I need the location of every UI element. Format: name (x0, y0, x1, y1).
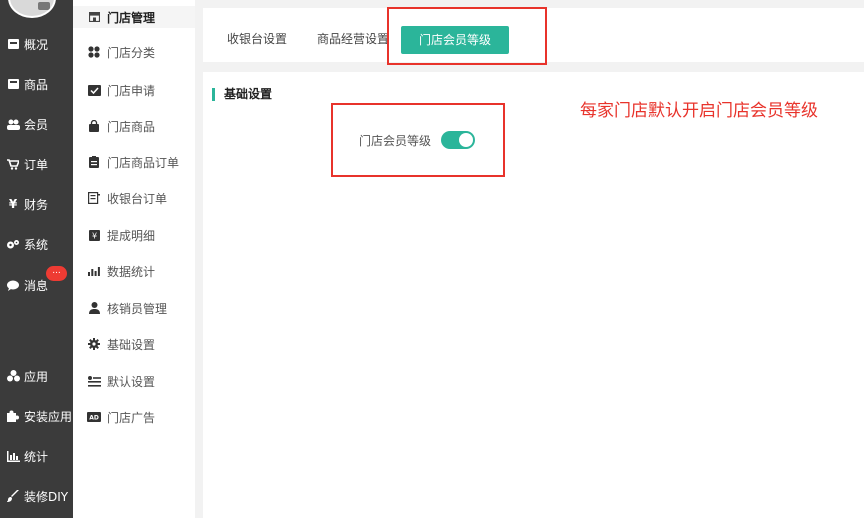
tab-goods-operation-settings[interactable]: 商品经营设置 (317, 25, 389, 53)
nav-item-install-apps[interactable]: 安装应用 (0, 405, 73, 427)
store-submenu: 门店管理 门店分类 门店申请 门店商品 门店商品订单 收银台订单 ¥ 提成明细 … (73, 0, 195, 518)
bag-icon (87, 119, 101, 133)
message-badge: ... (46, 266, 67, 281)
members-icon (6, 117, 20, 131)
settings-panel: 基础设置 门店会员等级 每家门店默认开启门店会员等级 (203, 72, 864, 518)
application-icon (87, 83, 101, 97)
user-icon (87, 301, 101, 315)
submenu-item-commission-details[interactable]: ¥ 提成明细 (73, 224, 195, 246)
submenu-item-cashier-orders[interactable]: 收银台订单 (73, 187, 195, 209)
svg-text:AD: AD (89, 415, 99, 422)
submenu-item-verifier-management[interactable]: 核销员管理 (73, 297, 195, 319)
submenu-item-store-application[interactable]: 门店申请 (73, 79, 195, 101)
nav-item-apps[interactable]: 应用 (0, 365, 73, 387)
submenu-item-store-goods[interactable]: 门店商品 (73, 115, 195, 137)
nav-item-label: 会员 (24, 117, 49, 132)
submenu-item-label: 数据统计 (107, 264, 156, 279)
submenu-item-label: 提成明细 (107, 228, 156, 243)
nav-item-orders[interactable]: 订单 (0, 153, 73, 175)
main-nav: 概况 商品 会员 订单 ¥ 财务 系统 消息 ... 应用 安装应用 统计 装修… (0, 0, 73, 518)
submenu-item-label: 门店管理 (107, 10, 156, 25)
puzzle-icon (6, 409, 20, 423)
svg-text:¥: ¥ (91, 231, 96, 240)
cart-icon (6, 157, 20, 171)
store-icon (87, 10, 101, 24)
nav-item-goods[interactable]: 商品 (0, 73, 73, 95)
nav-item-system[interactable]: 系统 (0, 233, 73, 255)
nav-item-label: 安装应用 (24, 409, 73, 424)
nav-item-decoration-diy[interactable]: 装修DIY (0, 485, 73, 507)
nav-item-label: 消息 (24, 278, 49, 293)
nav-item-overview[interactable]: 概况 (0, 33, 73, 55)
sliders-icon (87, 374, 101, 388)
dashboard-icon (6, 37, 20, 51)
submenu-item-label: 门店广告 (107, 410, 156, 425)
submenu-item-label: 默认设置 (107, 374, 156, 389)
cogs-icon (6, 237, 20, 251)
apps-icon (6, 369, 20, 383)
nav-item-members[interactable]: 会员 (0, 113, 73, 135)
nav-item-label: 概况 (24, 37, 49, 52)
submenu-item-data-statistics[interactable]: 数据统计 (73, 260, 195, 282)
submenu-item-basic-settings[interactable]: 基础设置 (73, 333, 195, 355)
submenu-item-label: 门店商品 (107, 119, 156, 134)
nav-item-label: 装修DIY (24, 489, 69, 504)
receipt-icon (87, 191, 101, 205)
submenu-item-label: 门店商品订单 (107, 155, 180, 170)
submenu-item-label: 收银台订单 (107, 191, 168, 206)
main-content: 收银台设置 商品经营设置 门店会员等级 基础设置 门店会员等级 每家门店默认开启… (195, 0, 864, 518)
yen-icon: ¥ (8, 197, 18, 211)
section-title: 基础设置 (212, 88, 272, 101)
tab-highlight-box (387, 7, 547, 65)
commission-icon: ¥ (87, 228, 101, 242)
nav-item-statistics[interactable]: 统计 (0, 445, 73, 467)
avatar[interactable] (8, 0, 56, 18)
submenu-item-label: 门店分类 (107, 45, 156, 60)
nav-item-label: 系统 (24, 237, 49, 252)
brush-icon (6, 489, 20, 503)
submenu-item-label: 核销员管理 (107, 301, 168, 316)
nav-item-finance[interactable]: ¥ 财务 (0, 193, 73, 215)
gear-icon (87, 337, 101, 351)
submenu-item-store-category[interactable]: 门店分类 (73, 41, 195, 63)
nav-item-label: 财务 (24, 197, 49, 212)
submenu-item-store-goods-orders[interactable]: 门店商品订单 (73, 151, 195, 173)
goods-icon (6, 77, 20, 91)
annotation-note: 每家门店默认开启门店会员等级 (580, 101, 818, 121)
clipboard-icon (87, 155, 101, 169)
nav-item-label: 订单 (24, 157, 49, 172)
category-icon (87, 45, 101, 59)
toggle-highlight-box (331, 103, 505, 177)
stats-icon (87, 264, 101, 278)
bar-chart-icon (6, 449, 20, 463)
message-icon (6, 278, 20, 292)
ad-icon: AD (87, 410, 101, 424)
submenu-item-store-management[interactable]: 门店管理 (73, 6, 195, 28)
nav-item-label: 商品 (24, 77, 49, 92)
submenu-item-label: 基础设置 (107, 337, 156, 352)
submenu-item-label: 门店申请 (107, 83, 156, 98)
nav-item-label: 应用 (24, 369, 49, 384)
nav-item-label: 统计 (24, 449, 49, 464)
submenu-item-store-ads[interactable]: AD 门店广告 (73, 406, 195, 428)
submenu-item-default-settings[interactable]: 默认设置 (73, 370, 195, 392)
tab-cashier-settings[interactable]: 收银台设置 (227, 25, 287, 53)
